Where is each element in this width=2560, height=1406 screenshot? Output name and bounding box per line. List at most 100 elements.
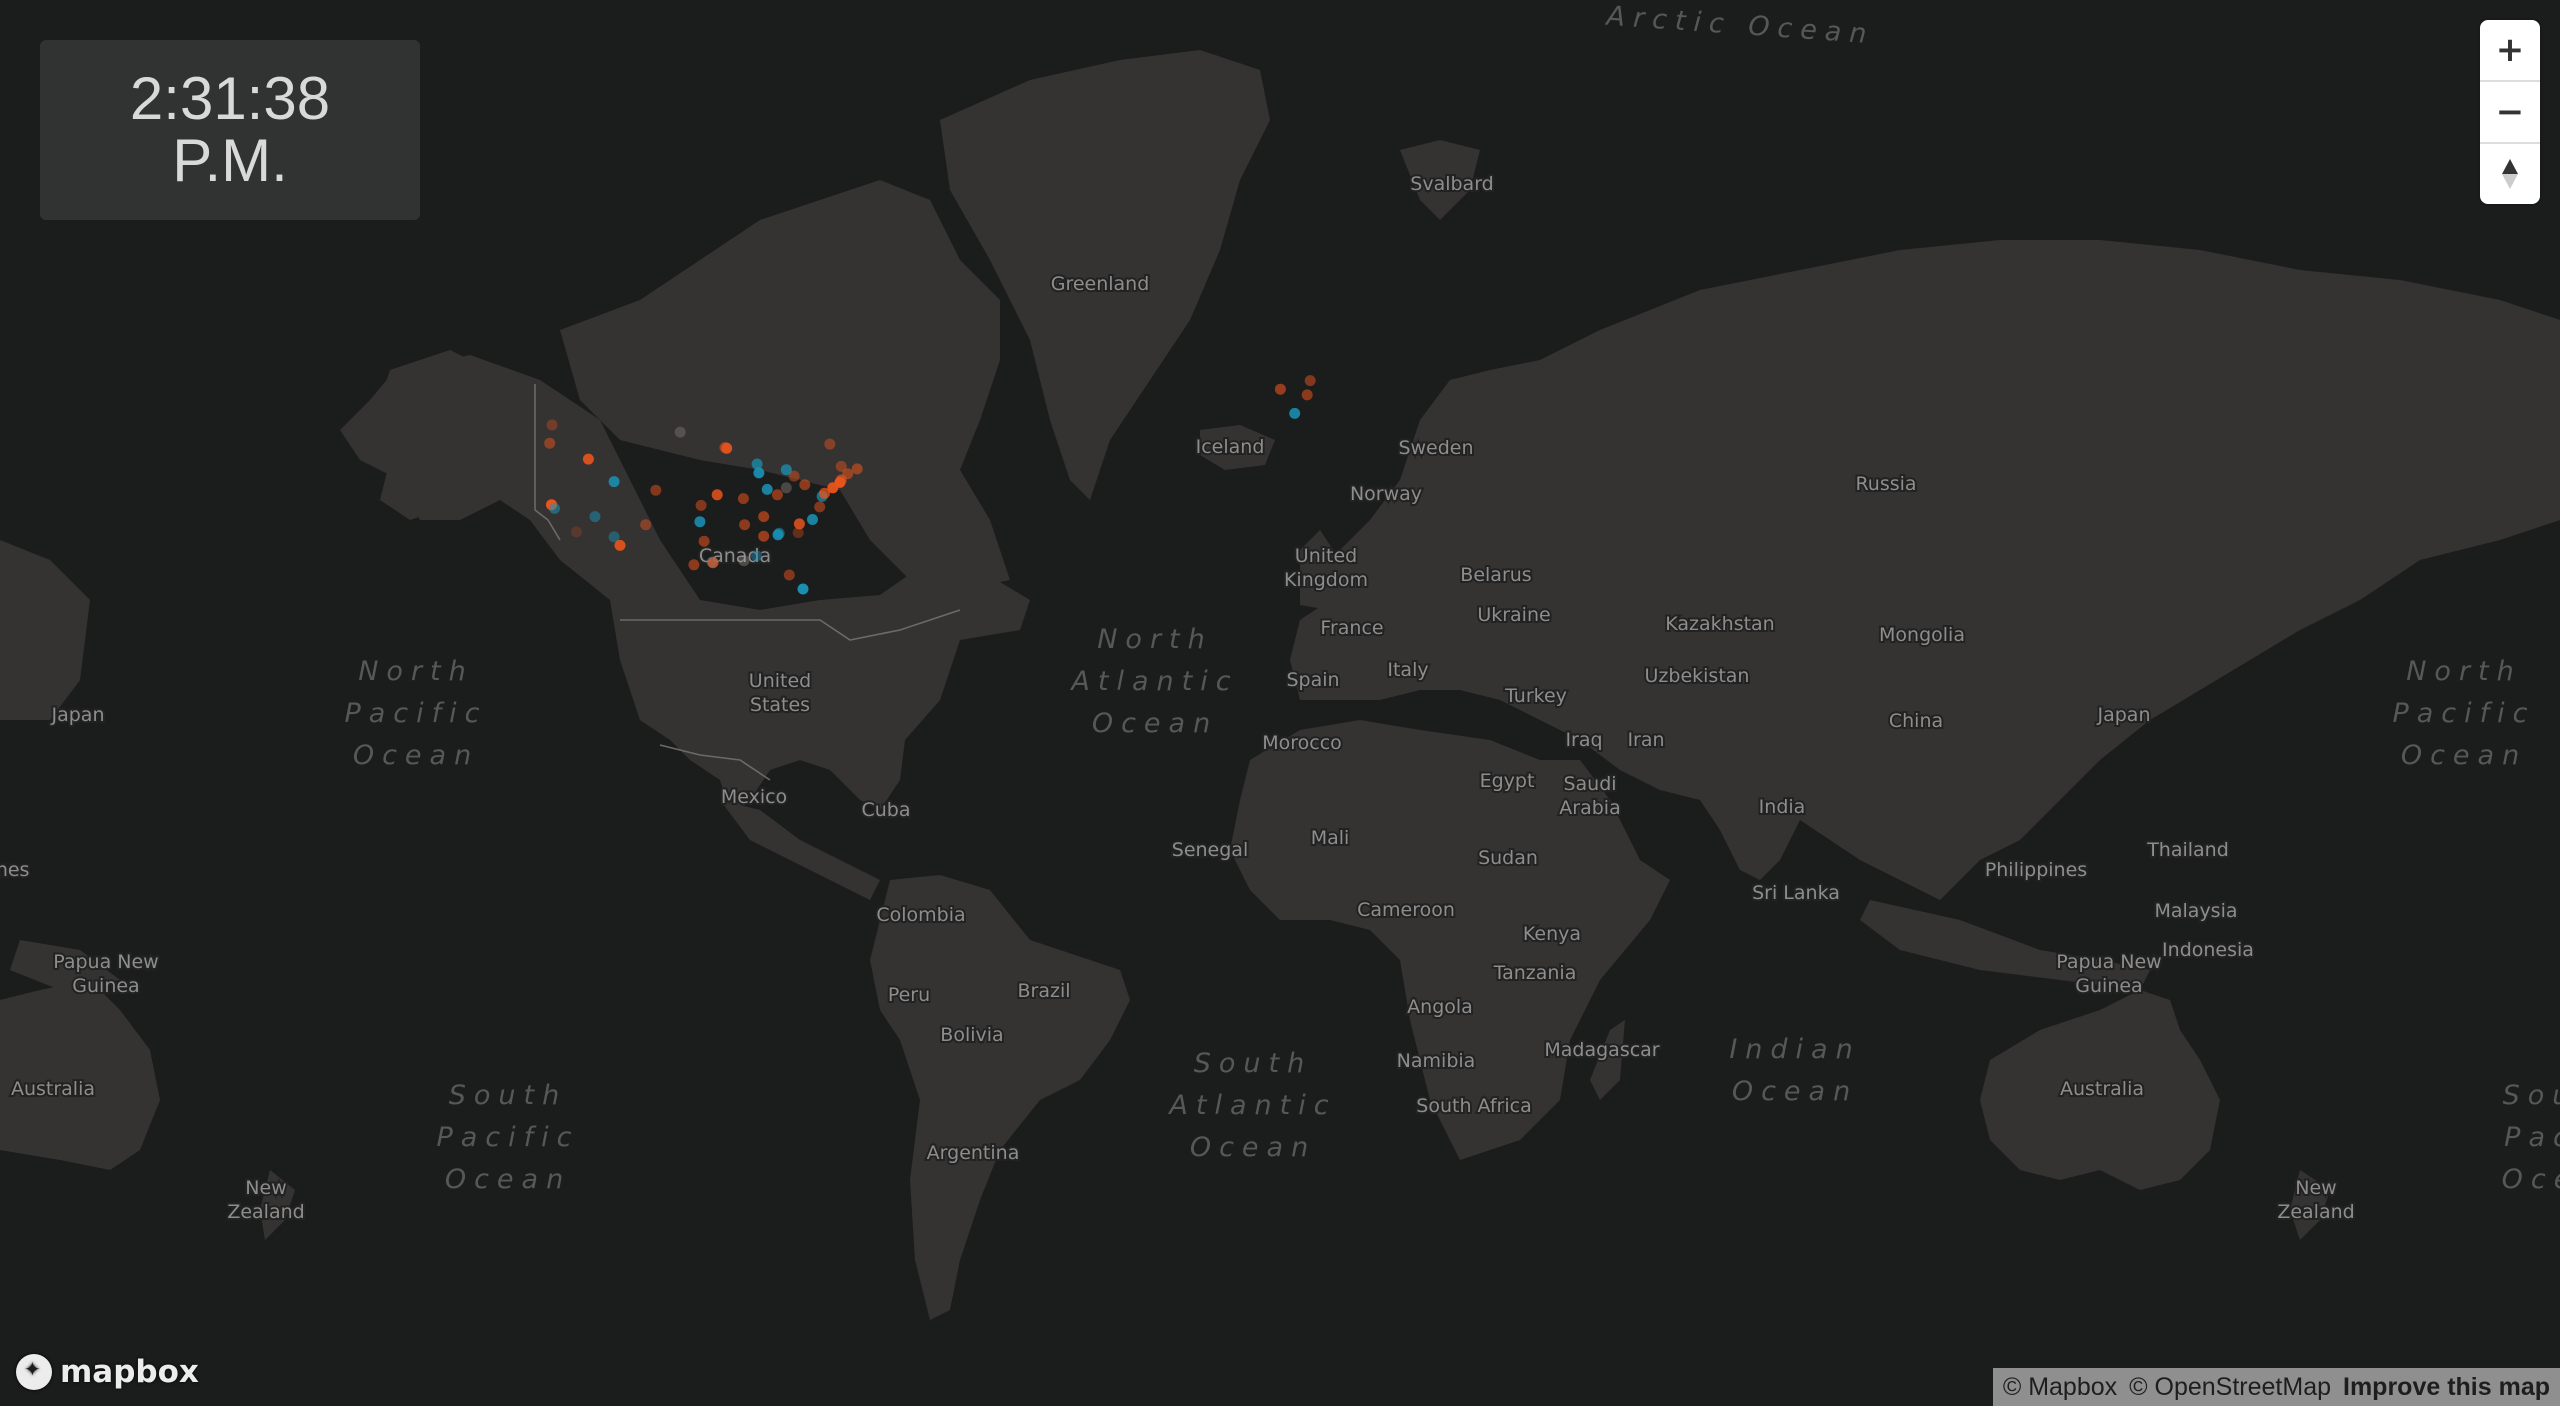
place-label: Greenland	[1051, 273, 1150, 295]
map-point-orange[interactable]	[737, 493, 749, 505]
map-point-orange[interactable]	[640, 519, 652, 531]
place-label: Senegal	[1172, 839, 1248, 861]
place-label: Peru	[888, 984, 930, 1006]
map-point-orange[interactable]	[758, 511, 770, 523]
zoom-in-button[interactable]: +	[2480, 20, 2540, 82]
place-label: Cameroon	[1357, 899, 1455, 921]
map-point-blue[interactable]	[773, 527, 785, 539]
map-point-orange[interactable]	[711, 489, 723, 501]
map-point-orange[interactable]	[799, 479, 811, 491]
map-point-white[interactable]	[780, 482, 792, 494]
ocean-label: Indian Ocean	[1729, 1034, 1860, 1107]
map-point-orange[interactable]	[614, 539, 626, 551]
map-point-orange[interactable]	[688, 559, 700, 571]
place-label: Belarus	[1460, 564, 1531, 586]
place-label: India	[1759, 796, 1806, 818]
map-point-blue[interactable]	[589, 511, 601, 523]
place-label: Russia	[1855, 473, 1916, 495]
landmass-japan-left	[0, 540, 90, 720]
map-point-blue[interactable]	[608, 476, 620, 488]
place-label: Mexico	[721, 786, 787, 808]
map-point-orange[interactable]	[814, 501, 826, 513]
map-point-orange[interactable]	[792, 527, 804, 539]
place-label: Australia	[2060, 1078, 2144, 1100]
place-label: Angola	[1407, 996, 1473, 1018]
clock-time: 2:31:38	[129, 65, 331, 132]
map-point-orange[interactable]	[788, 470, 800, 482]
attribution-mapbox-link[interactable]: © Mapbox	[2003, 1373, 2117, 1402]
place-label: Spain	[1286, 669, 1339, 691]
improve-map-link[interactable]: Improve this map	[2343, 1373, 2550, 1402]
map-point-orange[interactable]	[1274, 383, 1286, 395]
map-point-orange[interactable]	[771, 489, 783, 501]
place-label: Brazil	[1017, 980, 1070, 1002]
place-label: Malaysia	[2154, 900, 2237, 922]
ocean-label: North Atlantic Ocean	[1069, 624, 1238, 739]
map-point-blue[interactable]	[751, 458, 763, 470]
reset-bearing-button[interactable]	[2480, 144, 2540, 204]
place-label: Kenya	[1523, 923, 1581, 945]
place-label: Iran	[1627, 729, 1664, 751]
place-label: ines	[0, 859, 29, 881]
map-point-orange[interactable]	[571, 526, 582, 538]
mapbox-logo-icon	[16, 1354, 52, 1390]
place-label: Namibia	[1397, 1050, 1476, 1072]
zoom-out-button[interactable]: −	[2480, 82, 2540, 144]
map-point-orange[interactable]	[544, 437, 556, 449]
map-point-orange[interactable]	[851, 463, 863, 475]
map-point-blue[interactable]	[797, 583, 809, 595]
map-point-orange[interactable]	[698, 535, 710, 547]
map-point-orange[interactable]	[824, 438, 836, 450]
place-label: Japan	[2097, 704, 2151, 726]
map-point-blue[interactable]	[751, 550, 762, 562]
place-label: Uzbekistan	[1645, 665, 1750, 687]
map-point-orange[interactable]	[650, 484, 662, 496]
ocean-label: South Pacific Ocean	[436, 1080, 579, 1195]
map-point-orange[interactable]	[546, 419, 558, 431]
map-point-orange[interactable]	[783, 569, 795, 581]
place-label: Svalbard	[1410, 173, 1493, 195]
place-label: South Africa	[1416, 1095, 1531, 1117]
map-point-blue[interactable]	[761, 483, 773, 495]
map-point-white[interactable]	[738, 555, 750, 567]
map-point-orange[interactable]	[1304, 375, 1316, 387]
map-point-blue[interactable]	[549, 502, 560, 514]
mapbox-logo[interactable]: mapbox	[16, 1354, 199, 1390]
place-label: Mongolia	[1879, 624, 1965, 646]
place-label: Colombia	[876, 904, 965, 926]
map-point-orange[interactable]	[695, 499, 707, 511]
place-label: Sudan	[1478, 847, 1538, 869]
map-point-orange[interactable]	[835, 460, 847, 472]
map-point-orange[interactable]	[1301, 389, 1313, 401]
compass-icon	[2502, 159, 2518, 189]
map-point-orange[interactable]	[582, 453, 594, 465]
place-label: Philippines	[1985, 859, 2087, 881]
map-point-blue[interactable]	[1289, 407, 1301, 419]
ocean-label: North Pacific Ocean	[2392, 656, 2535, 771]
map-point-blue[interactable]	[694, 516, 706, 528]
map-point-orange[interactable]	[721, 442, 733, 454]
landmass-south-america	[870, 875, 1130, 1320]
map-point-orange[interactable]	[739, 519, 751, 531]
clock-period: P.M.	[172, 127, 288, 194]
attribution-osm-link[interactable]: © OpenStreetMap	[2129, 1373, 2331, 1402]
map-point-orange[interactable]	[758, 530, 770, 542]
clock-panel: 2:31:38 P.M.	[40, 40, 420, 220]
place-label: Turkey	[1504, 685, 1567, 707]
place-label: Egypt	[1480, 770, 1535, 792]
map-controls: + −	[2480, 20, 2540, 204]
place-label: Tanzania	[1493, 962, 1577, 984]
place-label: Australia	[11, 1078, 95, 1100]
place-label: France	[1320, 617, 1383, 639]
map-point-white[interactable]	[674, 426, 686, 438]
map-point-blue[interactable]	[807, 514, 818, 525]
place-label: Indonesia	[2162, 939, 2254, 961]
place-label: Morocco	[1262, 732, 1342, 754]
place-label: Cuba	[861, 799, 910, 821]
minus-icon: −	[2495, 92, 2525, 132]
map-point-orange[interactable]	[707, 557, 719, 569]
place-label: Norway	[1350, 483, 1422, 505]
place-label: Iraq	[1565, 729, 1602, 751]
place-label: Sri Lanka	[1752, 882, 1840, 904]
place-label: Bolivia	[940, 1024, 1003, 1046]
